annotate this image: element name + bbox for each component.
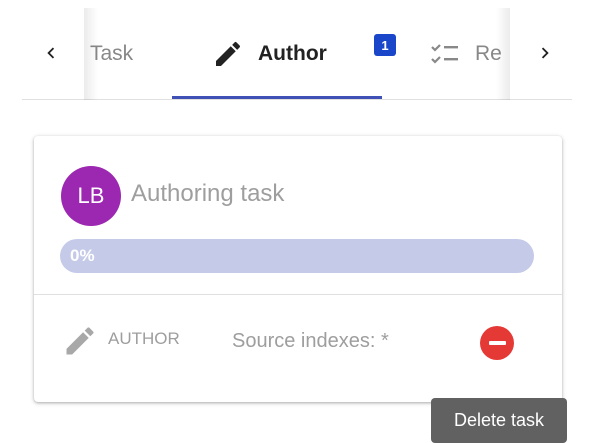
tab-author-label: Author xyxy=(258,42,327,65)
progress-label: 0% xyxy=(70,246,95,265)
tabs-scroll-right-button[interactable] xyxy=(530,36,560,70)
tabs-bar: Task Author Re 1 xyxy=(22,0,572,100)
review-checklist-icon xyxy=(429,38,461,70)
pencil-icon xyxy=(62,323,98,359)
delete-task-tooltip: Delete task xyxy=(431,398,567,443)
card-title: Authoring task xyxy=(131,180,285,207)
tabs-scroll-left-button[interactable] xyxy=(36,36,66,70)
chevron-left-icon xyxy=(47,47,55,59)
tab-review-label: Re xyxy=(475,42,502,65)
task-card: LB Authoring task 0% AUTHOR Source index… xyxy=(34,136,562,402)
tab-author[interactable]: Author xyxy=(212,8,327,100)
card-divider xyxy=(34,294,562,295)
tab-strip: Task Author Re 1 xyxy=(84,8,510,100)
remove-circle-icon xyxy=(488,341,506,345)
active-tab-indicator xyxy=(172,96,382,99)
tab-author-badge: 1 xyxy=(374,34,396,56)
tab-review[interactable]: Re xyxy=(429,8,502,100)
delete-task-button[interactable] xyxy=(480,326,514,360)
avatar: LB xyxy=(61,166,121,226)
tab-task-label: Task xyxy=(90,42,134,65)
chevron-right-icon xyxy=(541,47,549,59)
pencil-icon xyxy=(212,38,244,70)
tab-task[interactable]: Task xyxy=(90,8,133,100)
progress-bar: 0% xyxy=(60,239,534,273)
role-label: AUTHOR xyxy=(108,329,180,348)
source-indexes: Source indexes: * xyxy=(232,330,389,352)
